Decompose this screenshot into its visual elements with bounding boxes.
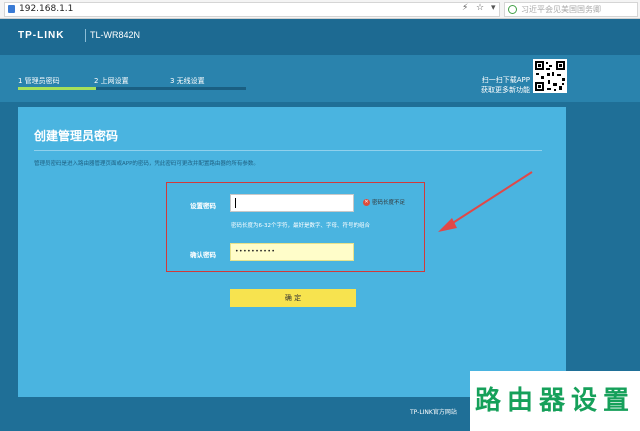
app-promo-line1: 扫一扫下载APP — [481, 76, 530, 84]
search-placeholder: 习近平会见美国国务卿 — [521, 5, 601, 14]
watermark-text: 路由器设置 — [470, 371, 640, 431]
confirm-password-input[interactable]: •••••••••• — [230, 243, 354, 261]
qr-code-icon — [533, 59, 567, 93]
step-admin-password: 1 管理员密码 — [18, 77, 60, 85]
password-error: ✕ 密码长度不足 — [363, 198, 405, 206]
search-engine-icon — [508, 5, 517, 14]
password-hint: 密码长度为6-32个字符，最好是数字、字母、符号的组合 — [231, 223, 370, 229]
password-label: 设置密码 — [190, 202, 216, 210]
page-title: 创建管理员密码 — [34, 129, 119, 143]
browser-search-box[interactable]: 习近平会见美国国务卿 — [504, 2, 638, 17]
dropdown-icon[interactable]: ▾ — [491, 2, 496, 15]
official-site-link[interactable]: TP-LINK官方网站 — [410, 407, 457, 416]
star-icon[interactable]: ☆ — [476, 2, 484, 15]
password-error-text: 密码长度不足 — [372, 200, 406, 206]
app-promo-line2: 获取更多新功能 — [481, 86, 530, 94]
logo-divider — [85, 29, 86, 42]
browser-toolbar: 192.168.1.1 ⚡ ☆ ▾ 习近平会见美国国务卿 — [0, 0, 640, 19]
brand-logo: TP-LINK — [18, 30, 65, 41]
steps-progress-track — [18, 87, 246, 90]
page-icon — [8, 5, 15, 13]
password-panel: 创建管理员密码 管理员密码是进入路由器管理页面或APP的密码，凭此密码可更改并配… — [18, 107, 566, 416]
text-caret — [235, 198, 236, 208]
lightning-icon[interactable]: ⚡ — [462, 2, 468, 15]
confirm-password-label: 确认密码 — [190, 251, 216, 259]
step-internet-settings: 2 上网设置 — [94, 77, 129, 85]
steps-progress-fill — [18, 87, 96, 90]
password-input[interactable] — [230, 194, 354, 212]
address-url: 192.168.1.1 — [19, 4, 74, 14]
page-description: 管理员密码是进入路由器管理页面或APP的密码，凭此密码可更改并配置路由器的所有参… — [34, 161, 259, 167]
confirm-button[interactable]: 确 定 — [230, 289, 356, 307]
title-divider — [34, 150, 542, 151]
address-bar[interactable]: 192.168.1.1 — [4, 2, 500, 17]
error-icon: ✕ — [363, 199, 370, 206]
router-header: TP-LINK TL-WR842N — [0, 19, 640, 55]
step-wireless-settings: 3 无线设置 — [170, 77, 205, 85]
model-name: TL-WR842N — [90, 30, 141, 40]
